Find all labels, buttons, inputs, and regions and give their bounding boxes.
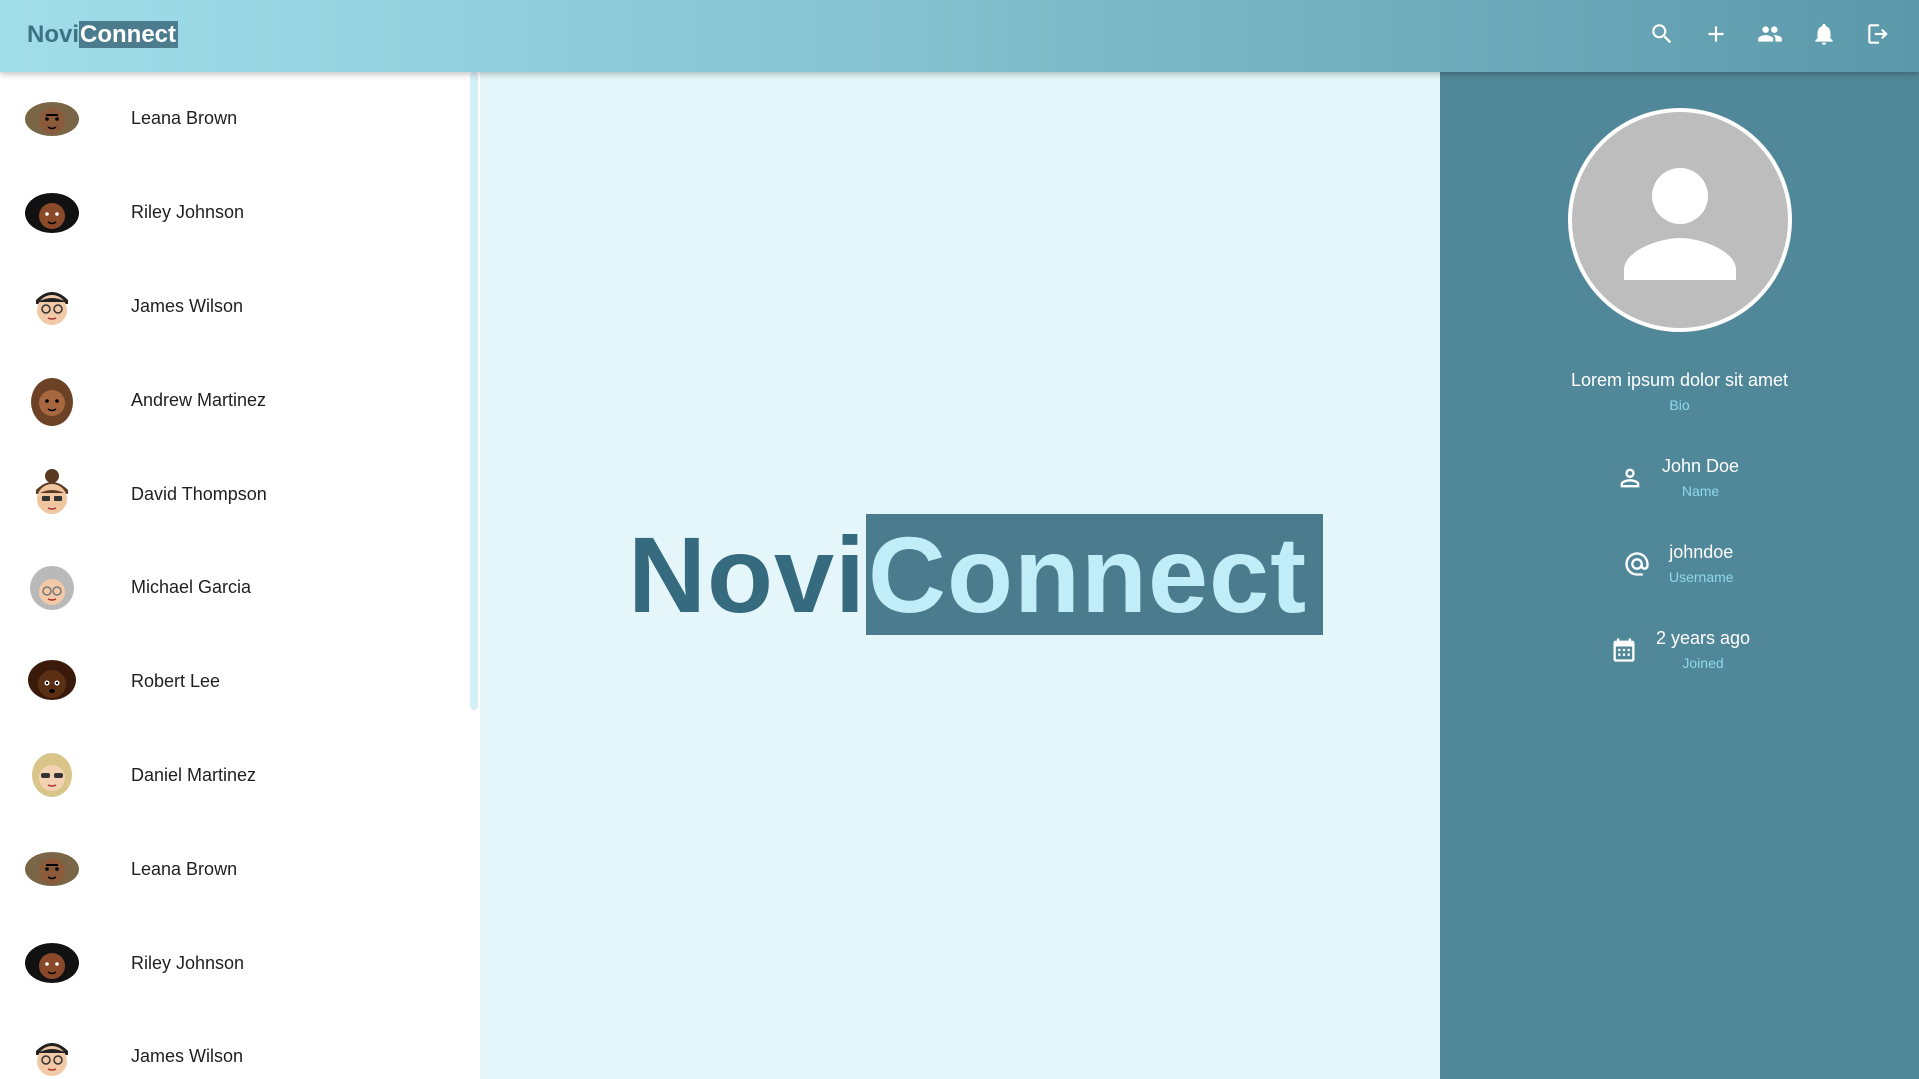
main-area: NoviConnect: [480, 72, 1440, 1079]
curly-brown-hair-avatar: [24, 91, 80, 147]
hero-connect-text: Connect: [866, 514, 1324, 635]
contact-name: James Wilson: [131, 1046, 244, 1067]
notifications-button[interactable]: [1802, 14, 1846, 58]
contact-name: Riley Johnson: [131, 202, 245, 223]
header-actions: [1640, 14, 1900, 58]
person-icon: [1616, 464, 1644, 492]
app-root: NoviConnect Leana Brown Riley Johnson Ja…: [0, 0, 1919, 1079]
contact-list-item[interactable]: Riley Johnson: [0, 916, 480, 1010]
glasses-avatar: [24, 278, 80, 334]
contact-list-item[interactable]: James Wilson: [0, 1010, 480, 1079]
contact-name: Daniel Martinez: [131, 764, 257, 785]
contact-name: Leana Brown: [131, 858, 238, 879]
contact-name: James Wilson: [131, 295, 244, 316]
contact-name: David Thompson: [131, 483, 267, 504]
bio-label: Bio: [1669, 397, 1690, 413]
curly-brown-hair-avatar: [24, 841, 80, 897]
joined-label: Joined: [1682, 655, 1724, 671]
joined-row: 2 years ago Joined: [1610, 628, 1750, 671]
contact-list-item[interactable]: David Thompson: [0, 447, 480, 541]
bio-value: Lorem ipsum dolor sit amet: [1570, 370, 1789, 390]
logo-connect-text: Connect: [79, 21, 179, 48]
name-label: Name: [1681, 483, 1720, 499]
contact-name: Andrew Martinez: [131, 389, 267, 410]
people-icon: [1757, 21, 1783, 52]
contact-list-item[interactable]: Robert Lee: [0, 635, 480, 729]
black-hair-avatar: [24, 935, 80, 991]
profile-panel: Lorem ipsum dolor sit amet Bio John Doe …: [1440, 72, 1919, 1079]
contact-list-item[interactable]: Leana Brown: [0, 72, 480, 166]
contacts-scrollbar[interactable]: [470, 72, 478, 710]
hero-novi-text: Novi: [628, 514, 867, 635]
hero-logo: NoviConnect: [628, 514, 1324, 635]
bio-section: Lorem ipsum dolor sit amet Bio: [1440, 370, 1919, 413]
top-app-bar: NoviConnect: [0, 0, 1919, 72]
dark-curly-hair-avatar: [24, 654, 80, 710]
contact-list-item[interactable]: Andrew Martinez: [0, 353, 480, 447]
contact-name: Riley Johnson: [131, 952, 245, 973]
bun-hair-glasses-avatar: [24, 466, 80, 522]
add-button[interactable]: [1694, 14, 1738, 58]
people-button[interactable]: [1748, 14, 1792, 58]
username-value: johndoe: [1669, 542, 1734, 562]
name-text: John Doe Name: [1662, 456, 1739, 499]
bell-icon: [1811, 21, 1837, 52]
logout-button[interactable]: [1856, 14, 1900, 58]
search-icon: [1649, 21, 1675, 52]
contact-name: Robert Lee: [131, 671, 221, 692]
contact-name: Leana Brown: [131, 108, 238, 129]
name-value: John Doe: [1662, 456, 1740, 476]
joined-text: 2 years ago Joined: [1656, 628, 1750, 671]
plus-icon: [1703, 21, 1729, 52]
at-sign-icon: [1623, 550, 1651, 578]
joined-value: 2 years ago: [1656, 628, 1751, 648]
contact-list-item[interactable]: Daniel Martinez: [0, 729, 480, 823]
gray-hair-avatar: [24, 560, 80, 616]
username-row: johndoe Username: [1623, 542, 1734, 585]
brown-long-hair-avatar: [24, 372, 80, 428]
contact-name: Michael Garcia: [131, 577, 252, 598]
person-placeholder-icon: [1624, 168, 1736, 280]
username-text: johndoe Username: [1669, 542, 1734, 585]
contacts-list: Leana Brown Riley Johnson James Wilson A…: [0, 72, 480, 1079]
search-button[interactable]: [1640, 14, 1684, 58]
contact-list-item[interactable]: Leana Brown: [0, 822, 480, 916]
app-logo[interactable]: NoviConnect: [27, 21, 179, 49]
logo-novi-text: Novi: [27, 21, 80, 48]
glasses-avatar: [24, 1029, 80, 1079]
name-row: John Doe Name: [1616, 456, 1739, 499]
black-hair-avatar: [24, 185, 80, 241]
blonde-sunglasses-avatar: [24, 747, 80, 803]
calendar-icon: [1610, 636, 1638, 664]
contact-list-item[interactable]: Riley Johnson: [0, 166, 480, 260]
profile-avatar[interactable]: [1568, 108, 1792, 332]
contact-list-item[interactable]: Michael Garcia: [0, 541, 480, 635]
contact-list-item[interactable]: James Wilson: [0, 260, 480, 354]
logout-icon: [1865, 21, 1891, 52]
username-label: Username: [1669, 569, 1734, 585]
